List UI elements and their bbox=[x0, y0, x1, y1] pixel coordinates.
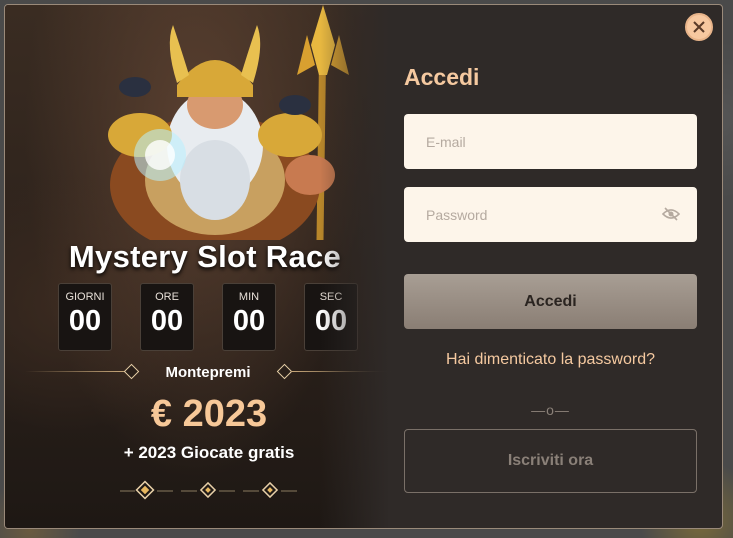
diamond-icon bbox=[276, 363, 293, 380]
password-field[interactable] bbox=[404, 187, 697, 242]
forgot-password-link[interactable]: Hai dimenticato la password? bbox=[404, 351, 697, 369]
prize-pool-header: Montepremi bbox=[25, 361, 391, 383]
decorative-ornament-icon bbox=[120, 480, 297, 500]
diamond-icon bbox=[123, 363, 140, 380]
countdown-label: MIN bbox=[238, 291, 260, 303]
countdown-days: GIORNI 00 bbox=[58, 283, 112, 351]
countdown-timer: GIORNI 00 ORE 00 MIN 00 SEC 00 bbox=[5, 283, 405, 353]
prize-amount: € 2023 bbox=[150, 393, 268, 435]
email-field[interactable] bbox=[404, 114, 697, 169]
promo-panel: Mystery Slot Race GIORNI 00 ORE 00 MIN 0… bbox=[5, 5, 391, 528]
prize-pool-label: Montepremi bbox=[165, 364, 251, 381]
separator: —o— bbox=[531, 402, 570, 418]
countdown-minutes: MIN 00 bbox=[222, 283, 276, 351]
divider-line bbox=[25, 371, 125, 372]
register-button[interactable]: Iscriviti ora bbox=[404, 429, 697, 493]
login-panel: Accedi Accedi Hai dimenticato la passwor… bbox=[404, 5, 722, 528]
login-modal: Mystery Slot Race GIORNI 00 ORE 00 MIN 0… bbox=[4, 4, 723, 529]
close-icon bbox=[693, 21, 705, 33]
login-submit-button[interactable]: Accedi bbox=[404, 274, 697, 329]
eye-slash-icon[interactable] bbox=[662, 207, 680, 221]
prize-free-spins: + 2023 Giocate gratis bbox=[123, 443, 295, 462]
countdown-value: 00 bbox=[232, 305, 266, 337]
countdown-label: ORE bbox=[155, 291, 179, 303]
promo-title: Mystery Slot Race bbox=[68, 239, 342, 274]
close-button[interactable] bbox=[685, 13, 713, 41]
countdown-label: GIORNI bbox=[65, 291, 105, 303]
countdown-seconds: SEC 00 bbox=[304, 283, 358, 351]
viking-character-illustration bbox=[108, 5, 349, 240]
divider-line bbox=[291, 371, 391, 372]
countdown-value: 00 bbox=[314, 305, 348, 337]
countdown-hours: ORE 00 bbox=[140, 283, 194, 351]
countdown-label: SEC bbox=[319, 291, 343, 303]
countdown-value: 00 bbox=[68, 305, 102, 337]
countdown-value: 00 bbox=[150, 305, 184, 337]
login-title: Accedi bbox=[404, 64, 480, 90]
